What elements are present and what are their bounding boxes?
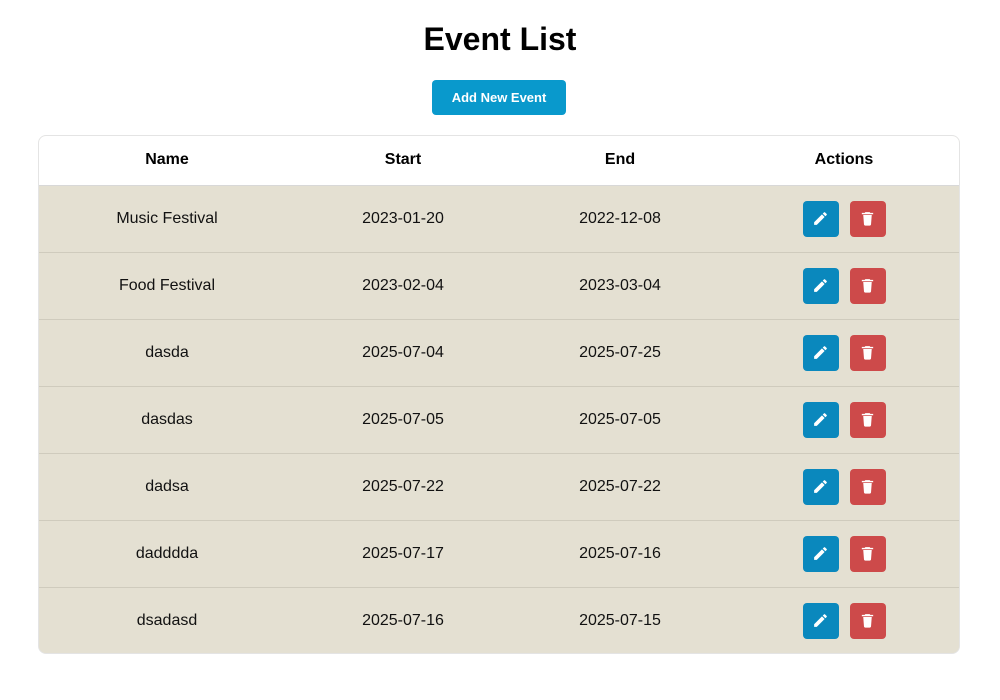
edit-button[interactable]: [802, 200, 839, 237]
event-actions: [729, 385, 959, 453]
column-header-start: Start: [295, 136, 511, 186]
pencil-icon: [814, 212, 827, 225]
event-list-page: Event List Add New Event Name Start End …: [0, 0, 1000, 700]
event-end: 2022-12-08: [579, 209, 661, 227]
pencil-icon: [814, 346, 827, 359]
event-actions: [729, 519, 959, 587]
event-start: 2023-02-04: [295, 251, 511, 319]
pencil-icon: [814, 480, 827, 493]
event-actions: [729, 452, 959, 520]
trash-icon: [861, 279, 874, 293]
row-actions: [729, 588, 959, 653]
row-actions: [729, 454, 959, 520]
delete-button[interactable]: [849, 267, 886, 304]
event-name: dasdas: [39, 385, 295, 453]
pencil-icon: [814, 279, 827, 292]
row-actions: [729, 521, 959, 587]
delete-button[interactable]: [849, 200, 886, 237]
event-end: 2025-07-22: [511, 452, 729, 520]
event-end: 2025-07-25: [511, 318, 729, 386]
trash-icon: [861, 480, 874, 494]
edit-button[interactable]: [802, 602, 839, 639]
delete-button[interactable]: [849, 334, 886, 371]
table-row: dsadasd 2025-07-16 2025-07-15: [39, 586, 959, 653]
edit-button[interactable]: [802, 267, 839, 304]
trash-icon: [861, 413, 874, 427]
pencil-icon: [814, 413, 827, 426]
event-name: Music Festival: [116, 209, 218, 227]
column-header-end: End: [511, 136, 729, 186]
delete-button[interactable]: [849, 401, 886, 438]
event-end: 2023-03-04: [511, 251, 729, 319]
event-name: dadddda: [39, 519, 295, 587]
event-end: 2025-07-05: [511, 385, 729, 453]
event-start: 2023-01-20: [362, 209, 444, 227]
pencil-icon: [814, 547, 827, 560]
table-row: dadddda 2025-07-17 2025-07-16: [39, 519, 959, 587]
events-table-container: Name Start End Actions Music Festival 20…: [38, 135, 960, 654]
event-start: 2025-07-22: [295, 452, 511, 520]
pencil-icon: [814, 614, 827, 628]
event-start: 2025-07-05: [295, 385, 511, 453]
event-start: 2025-07-17: [295, 519, 511, 587]
event-start: 2025-07-04: [295, 318, 511, 386]
table-row: dadsa 2025-07-22 2025-07-22: [39, 452, 959, 520]
edit-button[interactable]: [802, 334, 839, 371]
event-name: dsadasd: [39, 586, 295, 653]
table-row: dasdas 2025-07-05 2025-07-05: [39, 385, 959, 453]
row-actions: [729, 320, 959, 386]
trash-icon: [861, 212, 874, 226]
column-header-name: Name: [39, 136, 295, 186]
table-header-row: Name Start End Actions: [39, 136, 959, 186]
event-start: 2025-07-16: [295, 586, 511, 653]
row-actions: [729, 387, 959, 453]
event-actions: [729, 185, 959, 252]
trash-icon: [861, 547, 874, 561]
delete-button[interactable]: [849, 468, 886, 505]
event-name: Food Festival: [39, 251, 295, 319]
edit-button[interactable]: [802, 468, 839, 505]
table-row: dasda 2025-07-04 2025-07-25: [39, 318, 959, 386]
event-name: dadsa: [39, 452, 295, 520]
row-actions: [729, 253, 959, 319]
delete-button[interactable]: [849, 602, 886, 639]
row-actions: [729, 186, 959, 252]
table-row: Food Festival 2023-02-04 2023-03-04: [39, 251, 959, 319]
edit-button[interactable]: [802, 401, 839, 438]
events-table: Name Start End Actions Music Festival 20…: [39, 136, 959, 653]
page-title: Event List: [423, 21, 577, 57]
event-actions: [729, 318, 959, 386]
add-new-event-button[interactable]: Add New Event: [432, 80, 566, 115]
event-end: 2025-07-15: [511, 586, 729, 653]
event-name: dasda: [39, 318, 295, 386]
trash-icon: [861, 346, 874, 360]
trash-icon: [861, 614, 874, 628]
delete-button[interactable]: [849, 535, 886, 572]
table-header: Name Start End Actions: [39, 136, 959, 186]
event-actions: [729, 251, 959, 319]
event-end: 2025-07-16: [511, 519, 729, 587]
table-body: Music Festival 2023-01-20 2022-12-08 Foo…: [39, 185, 959, 653]
column-header-actions: Actions: [729, 136, 959, 186]
edit-button[interactable]: [802, 535, 839, 572]
table-row: Music Festival 2023-01-20 2022-12-08: [39, 185, 959, 252]
event-actions: [729, 586, 959, 653]
